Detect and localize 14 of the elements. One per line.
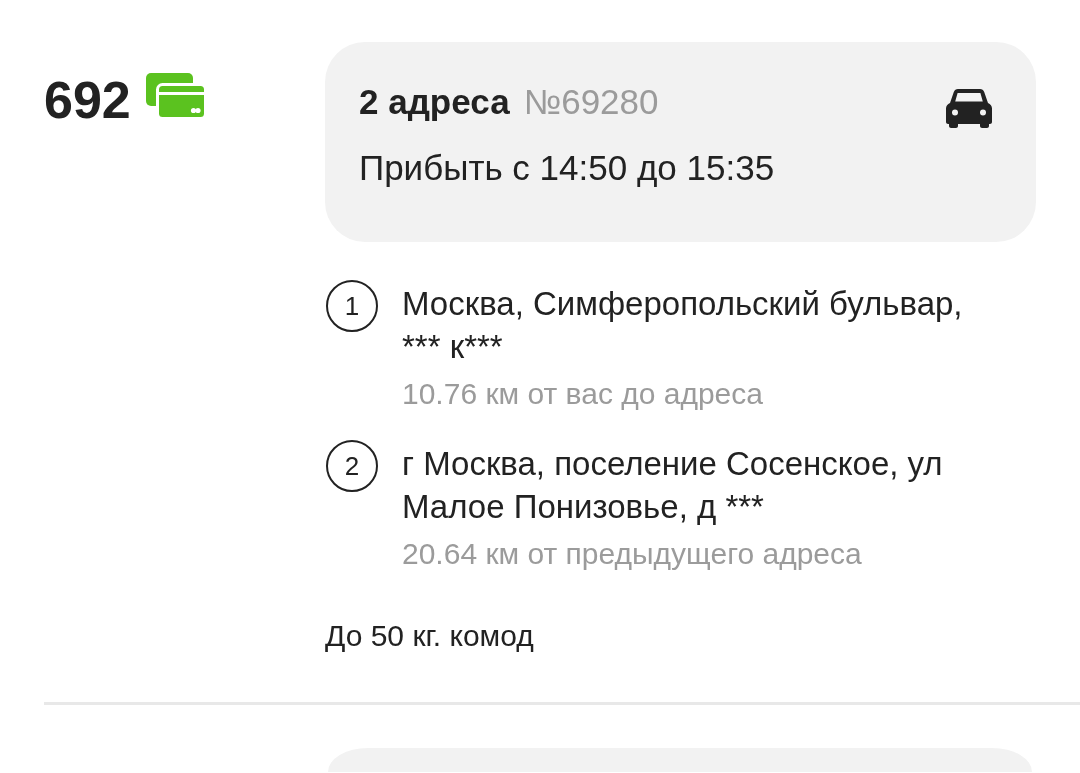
- address-number: 2: [326, 440, 378, 492]
- address-text: Москва, Симферопольский бульвар, *** к***: [402, 284, 964, 367]
- address-text: г Москва, поселение Сосенское, ул Малое Понизовье, д ***: [402, 444, 944, 527]
- cargo-note: До 50 кг. комод: [325, 618, 535, 654]
- car-icon: [946, 88, 992, 128]
- order-number: №69280: [523, 81, 659, 123]
- arrival-time: Прибыть с 14:50 до 15:35: [359, 147, 775, 189]
- distance-text: 10.76 км от вас до адреса: [402, 376, 764, 412]
- distance-text: 20.64 км от предыдущего адреса: [402, 536, 863, 572]
- order-price: 692: [44, 72, 131, 128]
- address-count: 2 адреса: [359, 81, 510, 123]
- order-header-card[interactable]: 2 адреса №69280 Прибыть с 14:50 до 15:35: [325, 42, 1036, 242]
- address-number: 1: [326, 280, 378, 332]
- credit-cards-icon: [144, 72, 207, 120]
